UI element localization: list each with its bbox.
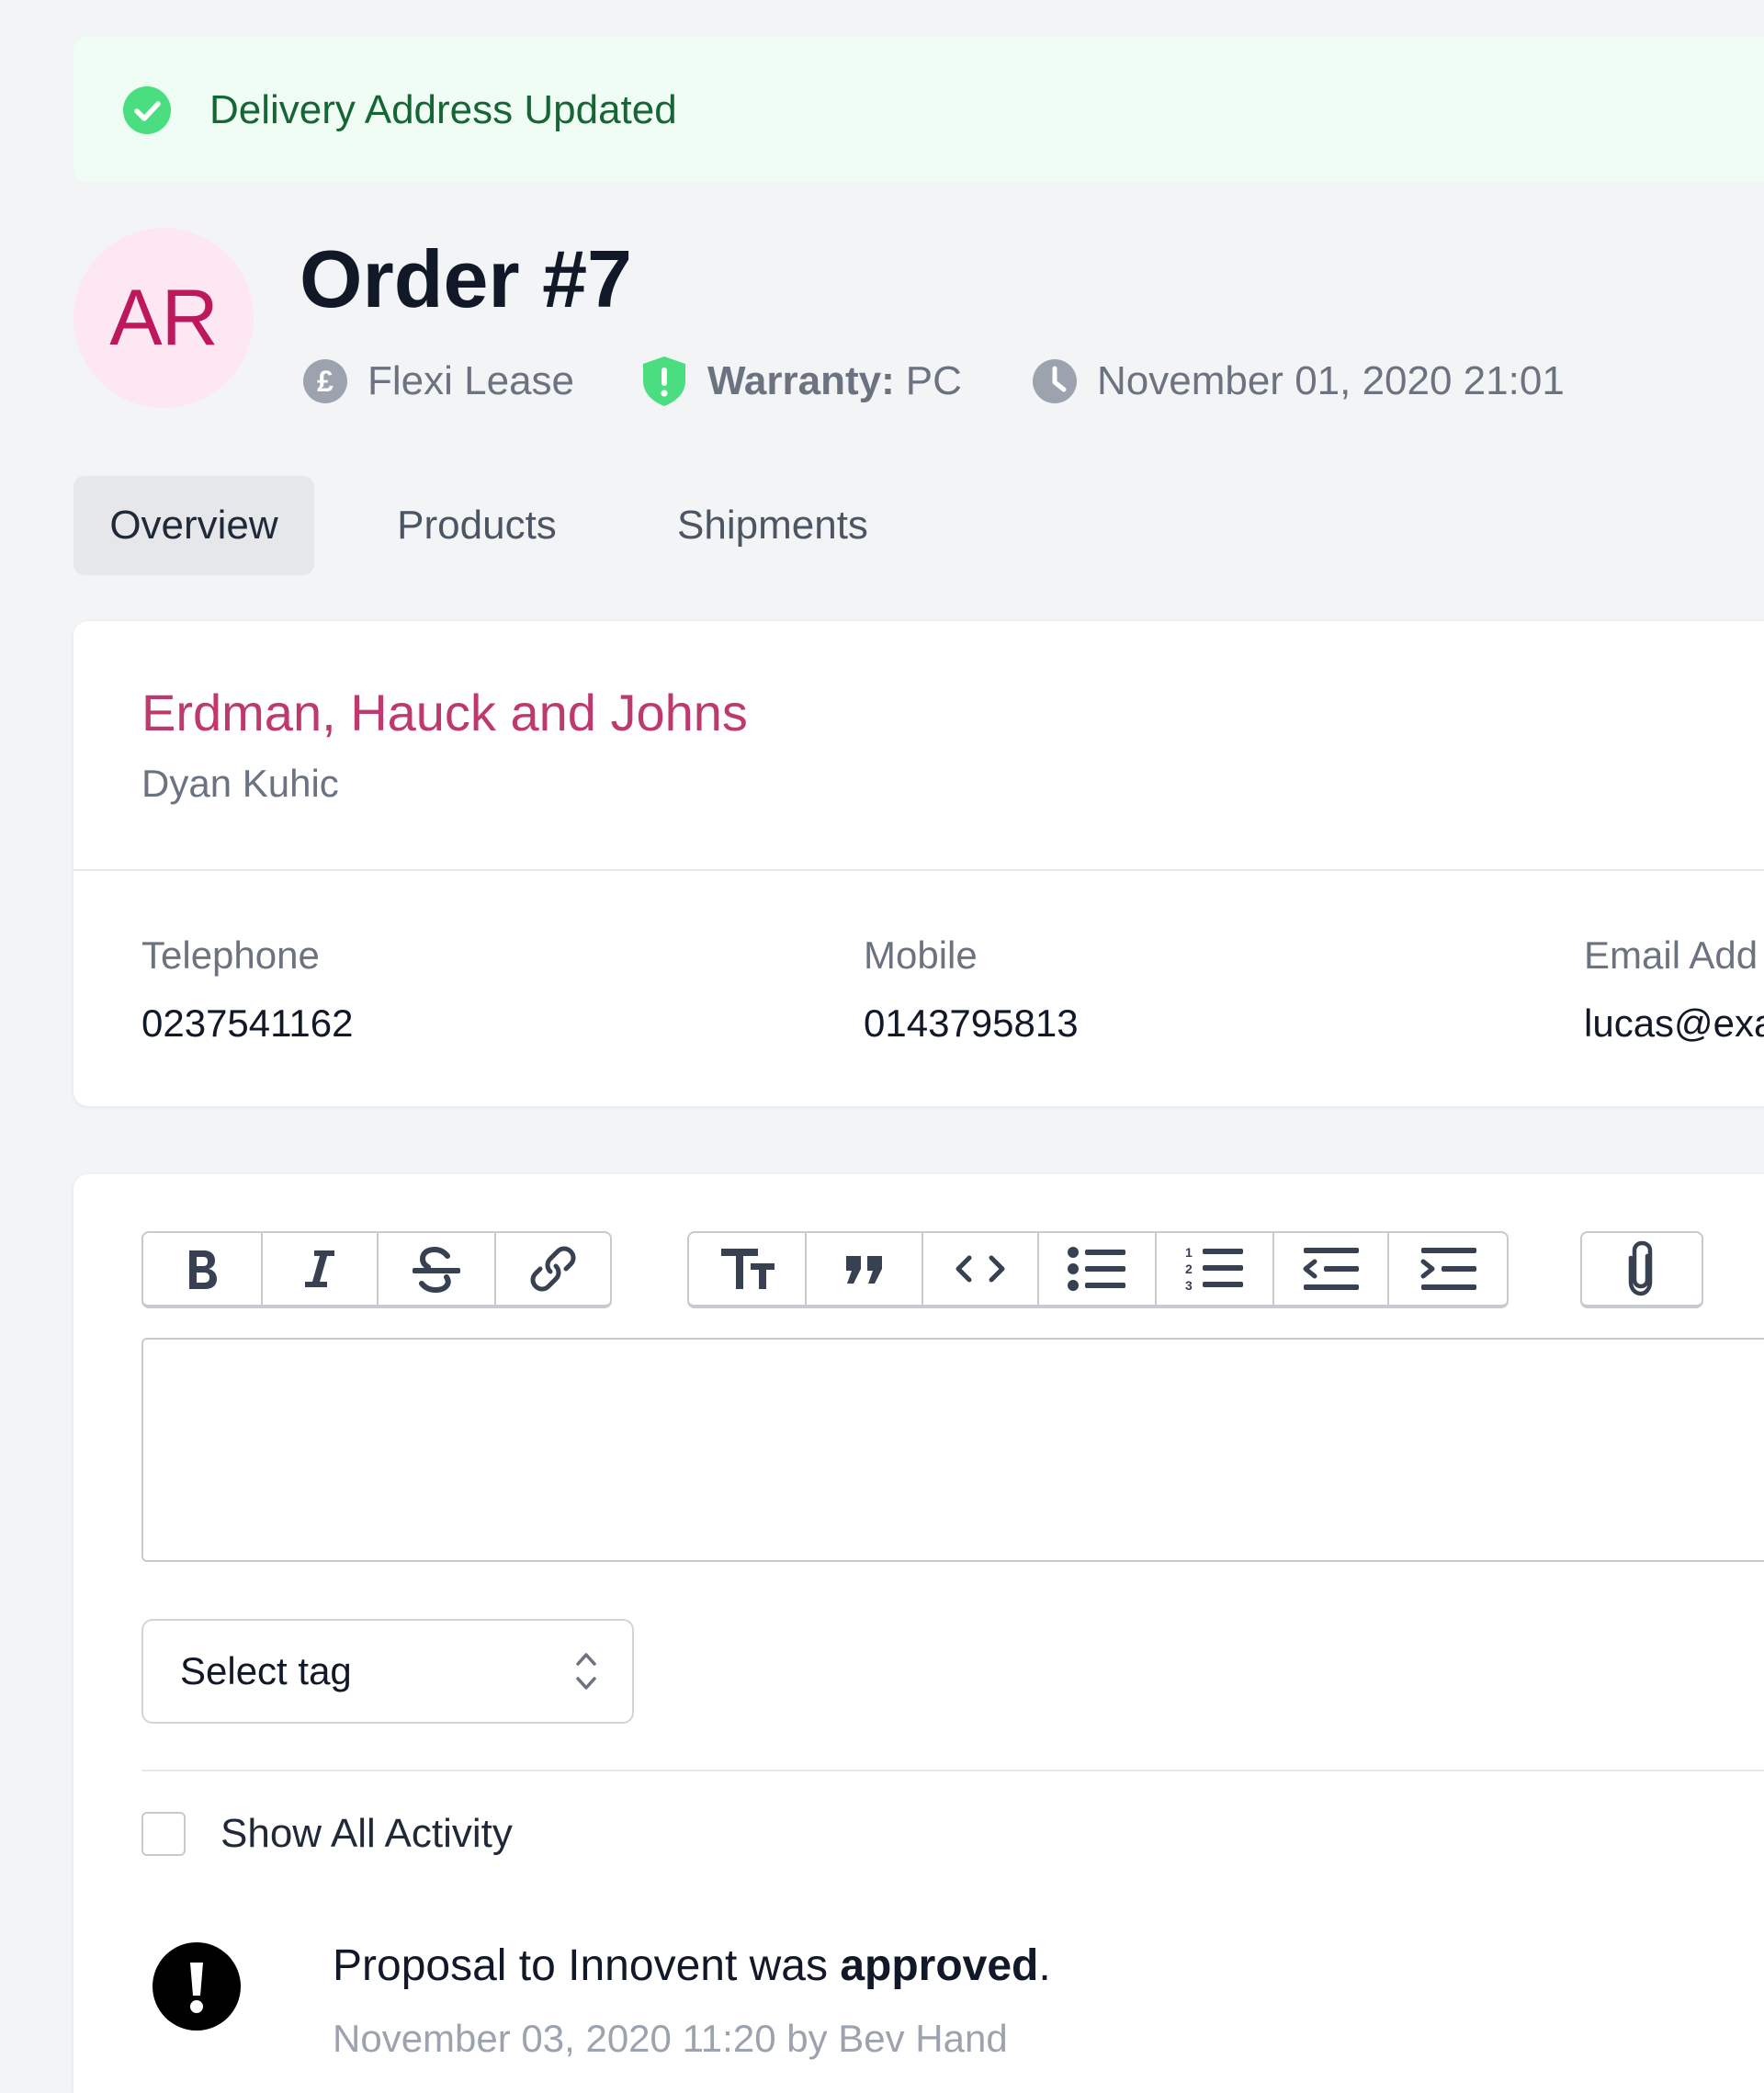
show-all-activity-label[interactable]: Show All Activity: [220, 1808, 513, 1860]
heading-button[interactable]: [689, 1233, 807, 1305]
svg-text:2: 2: [1185, 1261, 1193, 1276]
page-title: Order #7: [300, 233, 632, 324]
bold-button[interactable]: [143, 1233, 263, 1305]
italic-icon: [305, 1250, 334, 1287]
heading-icon: [720, 1249, 775, 1289]
link-button[interactable]: [496, 1233, 610, 1305]
tab-overview[interactable]: Overview: [74, 476, 314, 575]
tag-select[interactable]: Select tag: [141, 1619, 634, 1724]
email-value: lucas@exa: [1584, 1001, 1764, 1045]
avatar: AR: [74, 228, 254, 408]
mobile-label: Mobile: [864, 933, 978, 977]
order-date: November 01, 2020 21:01: [1097, 358, 1565, 403]
activity-text-suffix: .: [1038, 1941, 1051, 1990]
decrease-indent-icon: [1303, 1248, 1360, 1290]
tab-shipments[interactable]: Shipments: [652, 476, 893, 575]
quote-icon: [845, 1256, 882, 1284]
code-button[interactable]: [923, 1233, 1040, 1305]
attach-button[interactable]: [1582, 1233, 1702, 1305]
show-all-activity-checkbox[interactable]: [141, 1812, 186, 1856]
bullet-list-icon: [1068, 1247, 1126, 1291]
divider: [141, 1770, 1764, 1771]
link-icon: [530, 1246, 576, 1292]
warranty-value: PC: [905, 358, 962, 403]
warranty-label: Warranty:: [707, 358, 895, 403]
tag-select-label: Select tag: [180, 1649, 352, 1692]
italic-button[interactable]: [263, 1233, 379, 1305]
telephone-label: Telephone: [141, 933, 320, 977]
strikethrough-button[interactable]: [379, 1233, 496, 1305]
activity-text-status: approved: [840, 1941, 1039, 1990]
attach-icon: [1628, 1240, 1653, 1296]
numbered-list-button[interactable]: 1 2 3: [1157, 1233, 1274, 1305]
attachment-toolbar: [1580, 1231, 1703, 1308]
tab-products[interactable]: Products: [366, 476, 588, 575]
shield-exclamation-icon: [643, 356, 685, 406]
alert-message: Delivery Address Updated: [209, 87, 677, 132]
quote-button[interactable]: [807, 1233, 924, 1305]
clock-icon: [1033, 359, 1077, 403]
block-format-toolbar: 1 2 3: [687, 1231, 1509, 1308]
date-meta: November 01, 2020 21:01: [1031, 349, 1565, 413]
increase-indent-button[interactable]: [1389, 1233, 1507, 1305]
contact-name: Dyan Kuhic: [141, 762, 339, 805]
svg-text:3: 3: [1185, 1278, 1193, 1293]
company-name[interactable]: Erdman, Hauck and Johns: [141, 682, 748, 744]
plan-label: Flexi Lease: [368, 358, 575, 403]
text-format-toolbar: [141, 1231, 612, 1308]
telephone-value: 0237541162: [141, 1001, 354, 1045]
svg-text:£: £: [317, 365, 334, 398]
increase-indent-icon: [1420, 1248, 1477, 1290]
plan-meta: £ Flexi Lease: [301, 349, 574, 413]
message-editor[interactable]: [141, 1338, 1764, 1562]
check-circle-icon: [123, 86, 171, 134]
bold-icon: [189, 1250, 217, 1289]
warranty-meta: Warranty: PC: [639, 349, 962, 413]
strikethrough-icon: [413, 1246, 460, 1293]
numbered-list-icon: 1 2 3: [1185, 1245, 1243, 1293]
divider: [74, 869, 1764, 871]
bullet-list-button[interactable]: [1039, 1233, 1157, 1305]
code-icon: [956, 1255, 1005, 1283]
email-label: Email Add: [1584, 933, 1758, 977]
svg-text:1: 1: [1185, 1245, 1193, 1260]
decrease-indent-button[interactable]: [1274, 1233, 1390, 1305]
activity-text-prefix: Proposal to Innovent was: [333, 1941, 841, 1990]
pound-circle-icon: £: [303, 359, 347, 403]
mobile-value: 0143795813: [864, 1001, 1079, 1045]
activity-item-meta: November 03, 2020 11:20 by Bev Hand: [333, 2017, 1008, 2060]
activity-item-text: Proposal to Innovent was approved.: [333, 1939, 1051, 1994]
exclamation-icon: [153, 1942, 241, 2031]
chevron-up-down-icon: [576, 1653, 596, 1690]
